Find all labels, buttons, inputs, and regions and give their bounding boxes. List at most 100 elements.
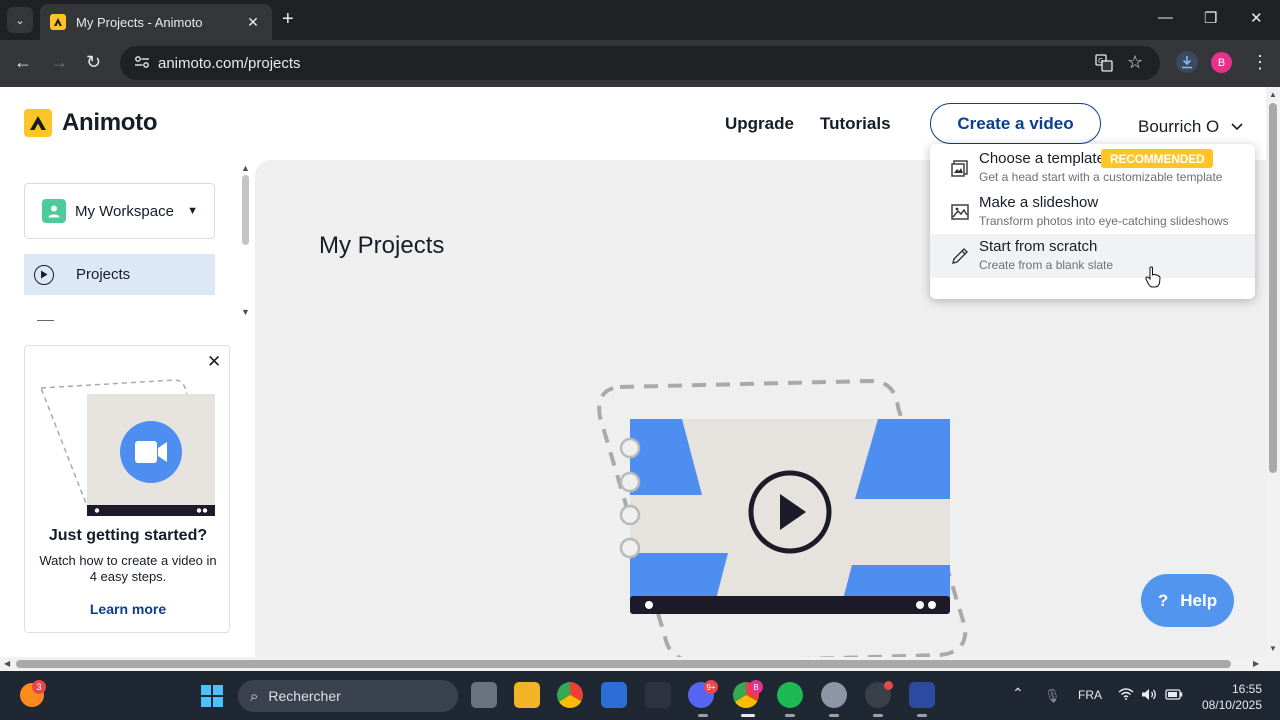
caret-down-icon: ▼ <box>187 205 198 217</box>
play-circle-icon <box>34 264 54 285</box>
template-icon <box>951 160 968 177</box>
menu-item-title: Choose a template <box>979 150 1105 167</box>
chevron-down-icon: ⌄ <box>15 14 25 27</box>
search-placeholder: Rechercher <box>268 688 341 704</box>
weather-badge: 3 <box>32 680 46 694</box>
scroll-left-arrow-icon[interactable]: ◀ <box>4 659 10 668</box>
tab-title: My Projects - Animoto <box>76 14 203 30</box>
sidebar-divider <box>37 320 54 321</box>
active-app-indicator <box>873 714 883 717</box>
page-horizontal-scrollbar[interactable]: ◀ ▶ <box>0 657 1280 671</box>
learn-more-link[interactable]: Learn more <box>25 601 231 617</box>
taskbar-search[interactable]: ⌕ Rechercher <box>238 680 458 712</box>
sidebar-item-projects[interactable]: Projects <box>24 254 215 295</box>
tab-search-button[interactable]: ⌄ <box>7 7 33 33</box>
restore-icon[interactable]: ❐ <box>1204 9 1217 27</box>
bookmark-star-icon[interactable]: ☆ <box>1127 52 1143 73</box>
microsoft-store-icon[interactable] <box>601 682 627 708</box>
recording-indicator <box>884 681 893 690</box>
active-app-indicator <box>698 714 708 717</box>
new-tab-button[interactable]: + <box>282 9 294 29</box>
scroll-right-arrow-icon[interactable]: ▶ <box>1253 659 1259 668</box>
forward-arrow-icon[interactable]: → <box>50 52 68 72</box>
empty-projects-illustration <box>597 378 968 657</box>
animoto-logo-icon <box>24 109 52 137</box>
create-video-button[interactable]: Create a video <box>930 103 1101 144</box>
help-button[interactable]: ? Help <box>1141 574 1234 627</box>
menu-item-choose-template[interactable]: Choose a template RECOMMENDED Get a head… <box>930 146 1255 190</box>
horizontal-scroll-thumb[interactable] <box>16 660 1231 668</box>
workspace-user-icon <box>42 199 66 223</box>
promo-description: Watch how to create a video in 4 easy st… <box>39 553 217 584</box>
active-app-indicator <box>741 714 755 717</box>
sidebar-scrollbar[interactable]: ▲ ▼ <box>241 163 250 317</box>
animoto-favicon-icon <box>50 14 66 30</box>
tutorials-link[interactable]: Tutorials <box>820 114 891 134</box>
menu-item-subtitle: Create from a blank slate <box>979 258 1114 272</box>
microphone-icon[interactable]: 🎙 <box>1044 688 1061 704</box>
page-title: My Projects <box>319 232 445 259</box>
page-vertical-scrollbar[interactable]: ▲ ▼ <box>1266 87 1280 657</box>
battery-icon[interactable] <box>1165 688 1183 703</box>
volume-icon[interactable] <box>1141 688 1157 704</box>
dev-app-icon[interactable] <box>909 682 935 708</box>
file-explorer-icon[interactable] <box>514 682 540 708</box>
active-app-indicator <box>785 714 795 717</box>
help-label: Help <box>1180 590 1218 610</box>
spotify-icon[interactable] <box>777 682 803 708</box>
animoto-logo[interactable]: Animoto <box>24 109 158 137</box>
discord-badge: 9+ <box>704 680 718 694</box>
menu-item-title: Start from scratch <box>979 238 1098 255</box>
chevron-down-icon <box>1231 120 1243 134</box>
address-bar[interactable]: animoto.com/projects <box>120 46 1160 80</box>
scroll-down-arrow-icon[interactable]: ▼ <box>1269 644 1277 653</box>
translate-icon[interactable]: G <box>1095 54 1113 77</box>
question-icon: ? <box>1157 590 1169 610</box>
brand-name: Animoto <box>62 109 158 136</box>
workspace-selector[interactable]: My Workspace ▼ <box>24 183 215 239</box>
site-settings-icon[interactable] <box>128 55 156 72</box>
menu-item-start-scratch[interactable]: Start from scratch Create from a blank s… <box>930 234 1255 278</box>
windows-start-icon[interactable] <box>201 685 223 707</box>
wifi-icon[interactable] <box>1118 688 1134 703</box>
url-text: animoto.com/projects <box>158 54 301 72</box>
vertical-scroll-thumb[interactable] <box>1269 103 1277 473</box>
recommended-badge: RECOMMENDED <box>1101 149 1214 168</box>
davinci-resolve-icon[interactable] <box>645 682 671 708</box>
scroll-up-arrow-icon[interactable]: ▲ <box>1269 90 1277 99</box>
create-video-dropdown: Choose a template RECOMMENDED Get a head… <box>930 144 1255 299</box>
sidebar-item-label: Projects <box>76 266 131 283</box>
browser-tab-bar: ⌄ My Projects - Animoto ✕ + — ❐ ✕ <box>0 0 1280 40</box>
system-clock[interactable]: 16:55 08/10/2025 <box>1202 681 1262 713</box>
chrome-profile-badge: B <box>749 680 763 694</box>
clock-time: 16:55 <box>1231 682 1262 696</box>
profile-avatar[interactable]: B <box>1211 52 1232 73</box>
menu-item-subtitle: Get a head start with a customizable tem… <box>979 170 1223 184</box>
video-tutorial-illustration <box>39 379 215 516</box>
scroll-up-arrow-icon[interactable]: ▲ <box>241 163 250 173</box>
chrome-icon[interactable] <box>557 682 583 708</box>
window-close-icon[interactable]: ✕ <box>1250 9 1263 27</box>
user-menu[interactable]: Bourrich O <box>1138 117 1243 137</box>
minimize-icon[interactable]: — <box>1158 9 1173 26</box>
svg-text:G: G <box>1098 57 1103 65</box>
browser-tab[interactable]: My Projects - Animoto ✕ <box>40 4 272 40</box>
upgrade-link[interactable]: Upgrade <box>725 114 794 134</box>
clock-date: 08/10/2025 <box>1201 698 1262 712</box>
browser-menu-icon[interactable]: ⋮ <box>1251 52 1269 73</box>
back-arrow-icon[interactable]: ← <box>14 52 32 72</box>
settings-gear-icon[interactable] <box>821 682 847 708</box>
sidebar-scroll-thumb[interactable] <box>242 175 249 245</box>
menu-item-make-slideshow[interactable]: Make a slideshow Transform photos into e… <box>930 190 1255 234</box>
download-icon[interactable] <box>1176 51 1198 73</box>
workspace-label: My Workspace <box>75 202 174 220</box>
reload-icon[interactable]: ↻ <box>86 52 101 72</box>
task-view-icon[interactable] <box>471 682 497 708</box>
windows-taskbar: 3 ⌕ Rechercher 9+ B ⌃ 🎙 FRA 16:55 08/10/… <box>0 671 1280 720</box>
scroll-down-arrow-icon[interactable]: ▼ <box>241 307 250 317</box>
tab-close-icon[interactable]: ✕ <box>244 14 262 31</box>
tray-expand-icon[interactable]: ⌃ <box>1012 685 1024 702</box>
language-indicator[interactable]: FRA <box>1078 688 1102 702</box>
getting-started-card: ✕ Just getting started? Watch how to cre… <box>24 345 230 633</box>
hand-cursor-icon <box>1145 266 1161 288</box>
